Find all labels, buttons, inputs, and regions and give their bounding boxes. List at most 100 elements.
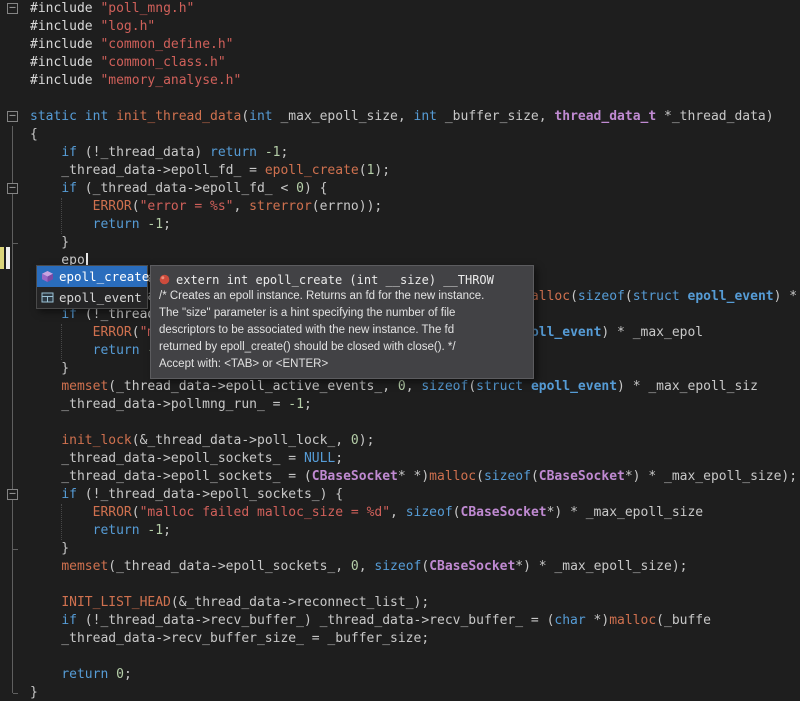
completion-item-epoll_create[interactable]: epoll_create [37,266,150,287]
code-line[interactable]: #include "log.h" [30,18,155,36]
fold-collapse-button[interactable]: – [7,183,18,194]
code-line[interactable]: if (!_thread_data) return -1; [30,144,288,162]
code-token: CBaseSocket [311,469,398,484]
code-token: } [30,541,70,556]
code-line[interactable]: if (!_thread_data->recv_buffer_) _thread… [30,612,711,630]
code-token: (_buffe [656,613,711,628]
code-token: ) { [303,181,328,196]
tooltip-signature: extern int epoll_create (int __size) __T… [176,272,494,287]
code-line[interactable]: #include "common_class.h" [30,54,226,72]
code-line[interactable]: } [30,360,69,378]
code-line[interactable]: #include "common_define.h" [30,36,234,54]
code-token: (!_thread_data) [76,145,211,160]
code-line[interactable]: } [30,540,69,558]
code-token: -1 [147,217,164,232]
code-token: ERROR [92,505,132,520]
code-line[interactable]: #include "memory_analyse.h" [30,72,241,90]
code-token: ) * _max_epoll_siz [617,379,758,394]
code-token: "log.h" [100,19,156,34]
code-token: ); [358,433,375,448]
code-line[interactable]: return -1; [30,522,171,540]
struct-icon [41,291,55,304]
code-token: thread_data_t [554,109,657,124]
code-line[interactable]: { [30,126,38,144]
code-token: , [233,199,250,214]
code-line[interactable]: } [30,234,69,252]
code-token: return [92,217,140,232]
code-line[interactable]: _thread_data->recv_buffer_size_ = _buffe… [30,630,429,648]
modified-track-bar [0,247,4,269]
code-token: init_lock [61,433,132,448]
code-line[interactable]: } [30,684,38,701]
code-editor[interactable]: – – – – #include "poll_mng.h" #include "log.… [0,0,800,701]
code-token: ( [468,379,477,394]
code-token: sizeof [421,379,469,394]
code-line[interactable]: memset(_thread_data->epoll_sockets_, 0, … [30,558,687,576]
code-line[interactable]: static int init_thread_data(int _max_epo… [30,108,774,126]
tooltip-description-line: descriptors to be associated with the ne… [159,324,455,336]
code-token: "poll_mng.h" [100,1,195,16]
fold-collapse-button[interactable]: – [7,489,18,500]
code-line[interactable]: INIT_LIST_HEAD(&_thread_data->reconnect_… [30,594,429,612]
code-line[interactable]: _thread_data->epoll_fd_ = epoll_create(1… [30,162,390,180]
code-line[interactable]: _thread_data->pollmng_run_ = -1; [30,396,311,414]
code-token: _max_epoll_size, [272,109,414,124]
code-line[interactable]: #include "poll_mng.h" [30,0,194,18]
code-token: ; [123,667,132,682]
fold-collapse-button[interactable]: – [7,111,18,122]
completion-item-label: epoll_create [59,269,150,284]
code-line[interactable]: _thread_data->epoll_sockets_ = NULL; [30,450,343,468]
code-line[interactable]: memset(_thread_data->epoll_active_events… [30,378,758,396]
code-token: if [61,307,77,322]
code-token: ; [280,145,289,160]
code-line[interactable]: if (_thread_data->epoll_fd_ < 0) { [30,180,327,198]
code-token: memset [61,559,109,574]
code-token: ) * _max_epol [601,325,704,340]
code-token: struct [476,379,524,394]
code-token: epoll_event [687,289,774,304]
code-token: CBaseSocket [538,469,625,484]
caret-track-bar [6,247,10,269]
code-token: _buffer_size, [437,109,555,124]
code-token: 0 [296,181,304,196]
code-line[interactable]: init_lock(&_thread_data->poll_lock_, 0); [30,432,374,450]
code-line[interactable]: return 0; [30,666,132,684]
code-token: sizeof [577,289,625,304]
code-token: int [413,109,438,124]
code-token: ERROR [92,325,132,340]
code-token: _thread_data->epoll_sockets_ = [30,451,304,466]
tooltip-description-line: /* Creates an epoll instance. Returns an… [159,290,485,302]
code-line[interactable]: ERROR("error = %s", strerror(errno)); [30,198,383,216]
code-token: , [358,559,375,574]
code-token: _thread_data->epoll_fd_ = [30,163,265,178]
code-token: "memory_analyse.h" [100,73,242,88]
fold-collapse-button[interactable]: – [7,3,18,14]
code-token: ( [358,163,367,178]
code-token: #include [30,1,101,16]
code-token: #include [30,73,101,88]
code-token: ERROR [92,199,132,214]
code-token: *) * _max_epoll_size [546,505,704,520]
code-token: *) [585,613,610,628]
code-token: -1 [264,145,281,160]
code-token: "error = %s" [139,199,234,214]
code-token: malloc [609,613,657,628]
code-token: { [30,127,38,142]
code-token: CBaseSocket [460,505,547,520]
code-token: static int [30,109,117,124]
code-line[interactable]: if (!_thread_data->epoll_sockets_) { [30,486,343,504]
completion-item-epoll_event[interactable]: epoll_event [37,287,147,308]
code-line[interactable]: _thread_data->epoll_sockets_ = (CBaseSoc… [30,468,797,486]
code-line[interactable]: ERROR("malloc failed malloc_size = %d", … [30,504,704,522]
code-line[interactable]: return -1; [30,216,171,234]
